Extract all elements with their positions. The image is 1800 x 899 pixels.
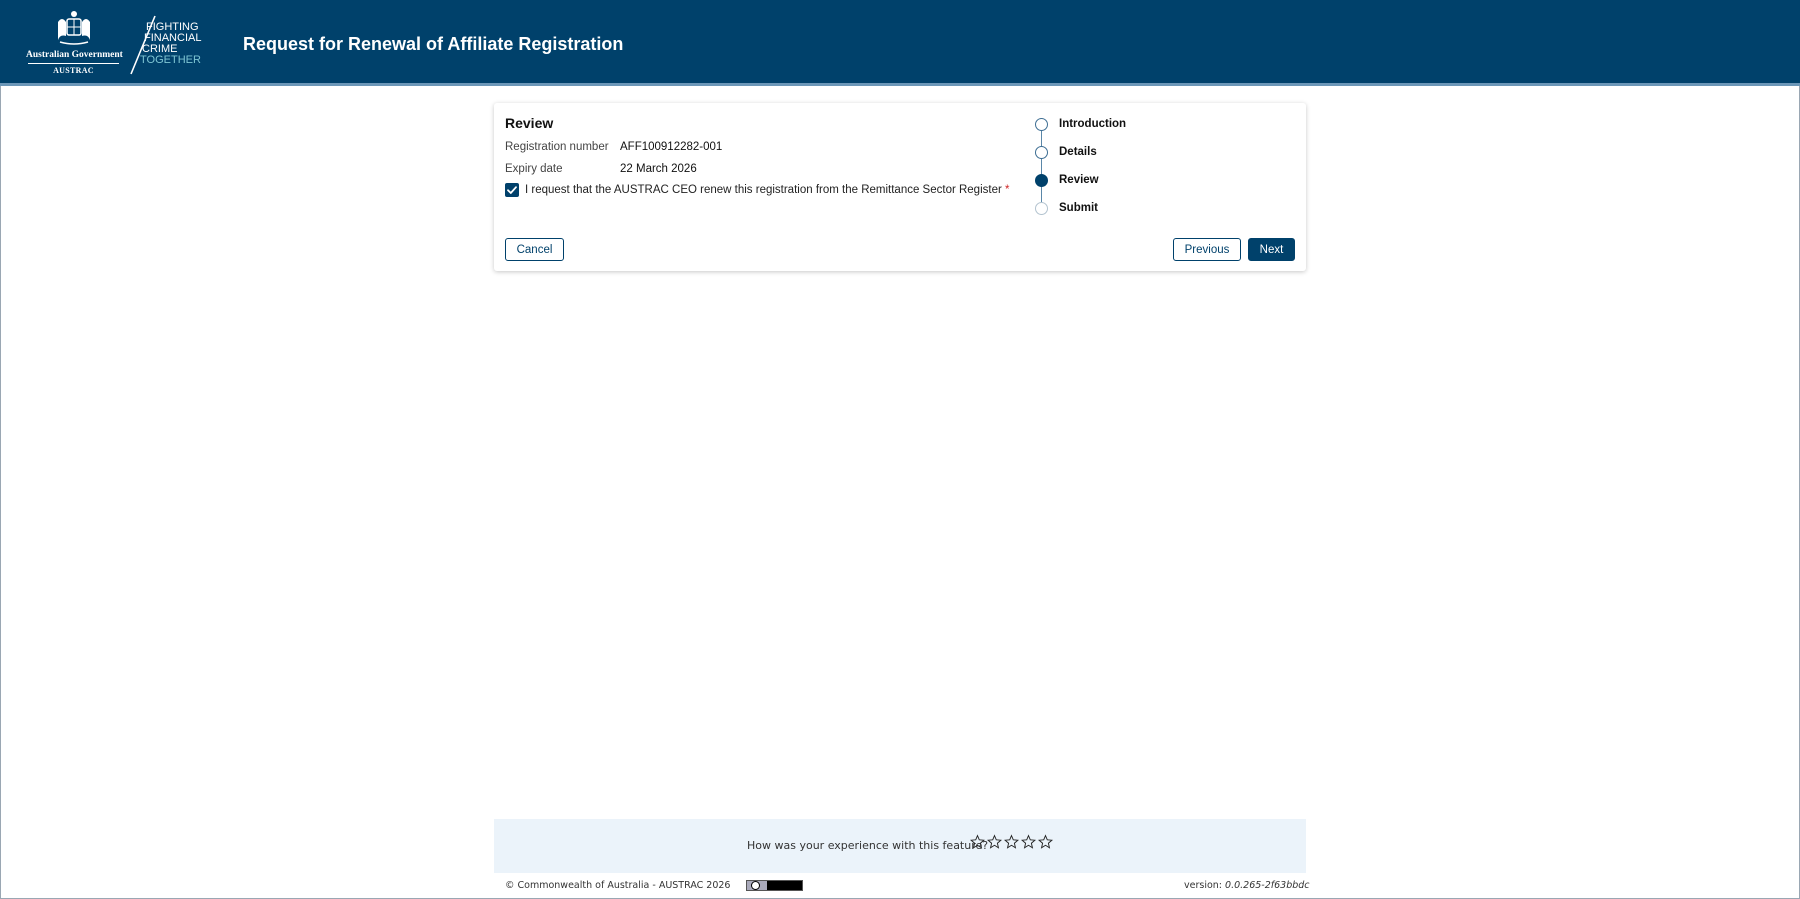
feedback-panel: How was your experience with this featur… (494, 819, 1306, 873)
feedback-question: How was your experience with this featur… (747, 839, 989, 852)
version-label: version: (1184, 880, 1222, 891)
copyright-text: © Commonwealth of Australia - AUSTRAC 20… (505, 880, 731, 891)
registration-number-label: Registration number (505, 141, 609, 153)
site-header: Australian Government AUSTRAC FIGHTING F… (0, 0, 1800, 86)
star-rating (970, 834, 1053, 850)
star-outline-icon[interactable] (970, 834, 985, 850)
cancel-button[interactable]: Cancel (505, 238, 564, 261)
step-label: Details (1059, 146, 1097, 158)
government-name: Australian Government (26, 50, 123, 60)
consent-label[interactable]: I request that the AUSTRAC CEO renew thi… (525, 184, 1010, 196)
license-badge-circle (751, 881, 760, 890)
star-outline-icon[interactable] (987, 834, 1002, 850)
expiry-date-value: 22 March 2026 (620, 163, 697, 175)
step-introduction[interactable]: Introduction (1035, 117, 1126, 131)
consent-text: I request that the AUSTRAC CEO renew thi… (525, 184, 1002, 196)
creative-commons-icon[interactable] (746, 880, 803, 891)
step-review[interactable]: Review (1035, 173, 1099, 187)
version-value: 0.0.265-2f63bbdc (1225, 880, 1310, 891)
previous-button[interactable]: Previous (1173, 238, 1241, 261)
government-logo[interactable]: Australian Government AUSTRAC FIGHTING F… (26, 10, 206, 76)
check-icon (507, 186, 517, 194)
logo-divider (28, 63, 119, 64)
required-marker: * (1005, 184, 1010, 196)
coat-of-arms-icon (58, 11, 90, 45)
step-submit[interactable]: Submit (1035, 201, 1098, 215)
page-title: Request for Renewal of Affiliate Registr… (243, 34, 624, 54)
step-label: Introduction (1059, 118, 1127, 130)
step-label: Review (1059, 174, 1099, 186)
step-indicator (1035, 201, 1048, 215)
tagline: FIGHTING FINANCIAL CRIME TOGETHER (140, 22, 201, 66)
step-label: Submit (1059, 202, 1098, 214)
section-title: Review (505, 115, 554, 131)
review-card: Review Registration number AFF100912282-… (494, 103, 1306, 271)
stepper-connector (1041, 127, 1042, 207)
step-details[interactable]: Details (1035, 145, 1097, 159)
registration-number-value: AFF100912282-001 (620, 141, 723, 153)
step-indicator (1035, 117, 1048, 131)
expiry-date-label: Expiry date (505, 163, 563, 175)
star-outline-icon[interactable] (1038, 834, 1053, 850)
next-button[interactable]: Next (1248, 238, 1295, 261)
step-indicator (1035, 145, 1048, 159)
star-outline-icon[interactable] (1004, 834, 1019, 850)
consent-checkbox[interactable] (505, 183, 519, 197)
tagline-line: TOGETHER (140, 54, 201, 66)
star-outline-icon[interactable] (1021, 834, 1036, 850)
step-indicator (1035, 173, 1048, 187)
agency-name: AUSTRAC (53, 66, 94, 75)
version-info: version: 0.0.265-2f63bbdc (1184, 880, 1310, 891)
progress-stepper: Introduction Details Review Submit (1035, 117, 1235, 217)
